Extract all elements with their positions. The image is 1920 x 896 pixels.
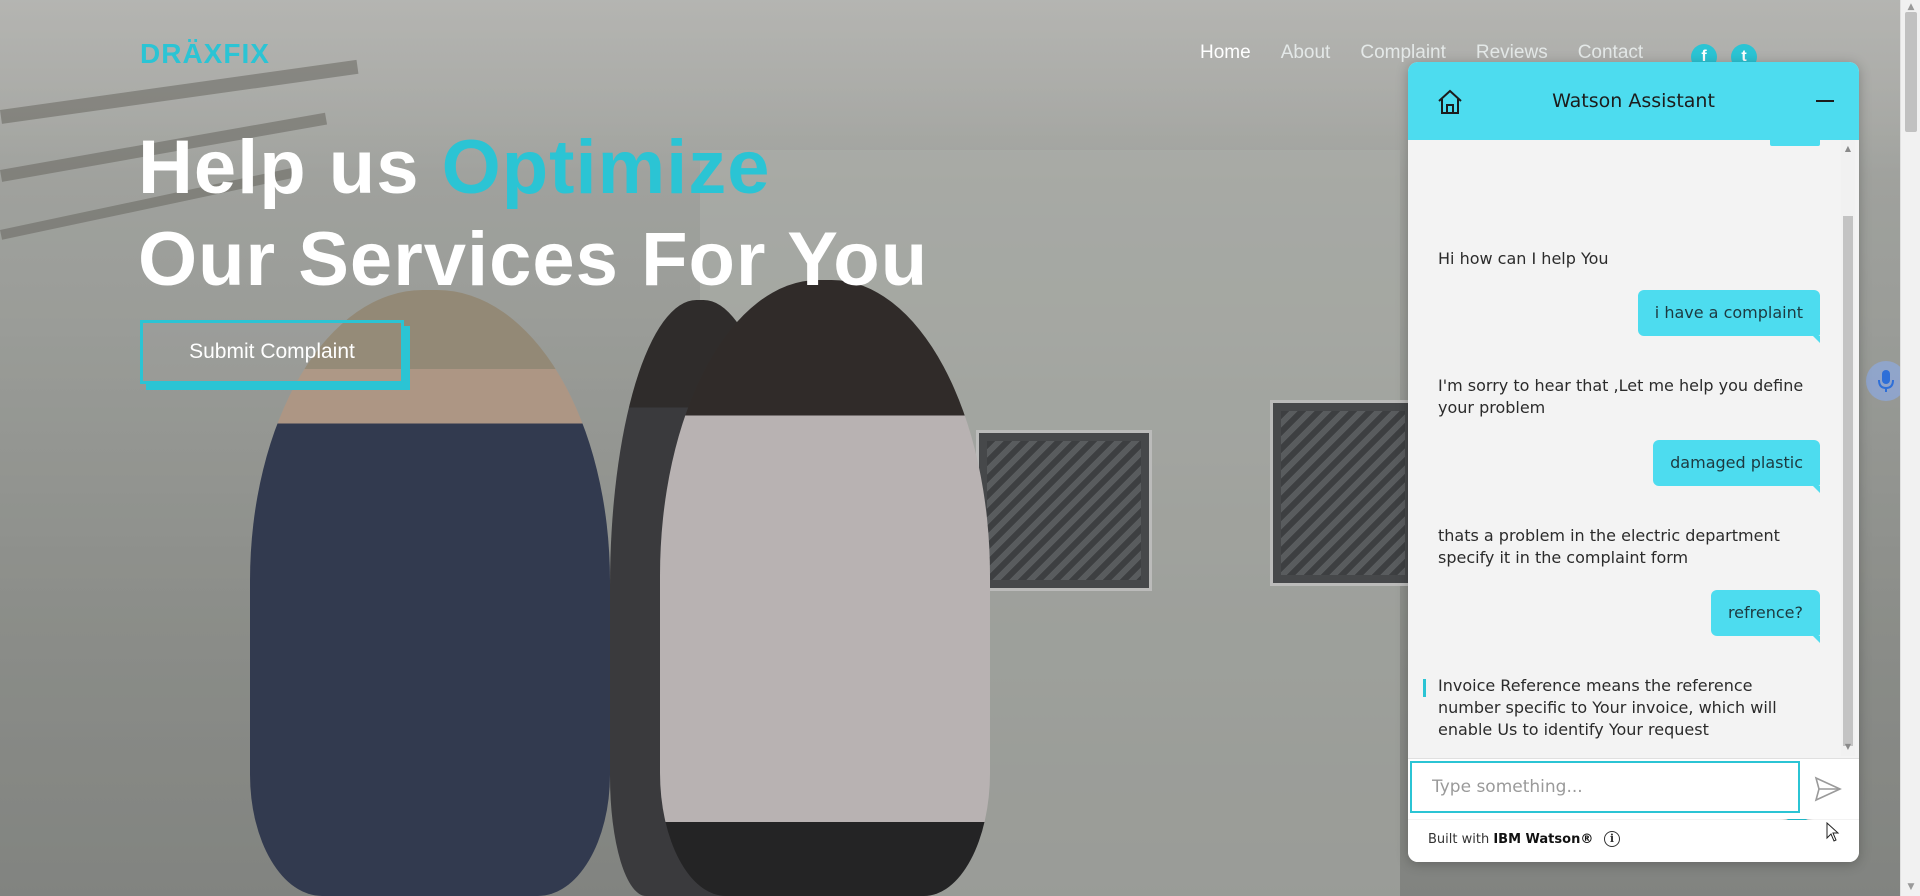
user-message: damaged plastic [1653,440,1820,493]
nav-item-home[interactable]: Home [1200,42,1251,64]
bot-message: I'm sorry to hear that ,Let me help you … [1438,376,1804,417]
info-icon[interactable]: i [1604,831,1620,847]
chat-title: Watson Assistant [1552,90,1715,112]
send-icon[interactable] [1812,773,1844,805]
chat-scroll-thumb[interactable] [1843,216,1853,746]
mouse-cursor-icon [1826,822,1840,842]
chat-widget: Watson Assistant Hi how can I help You i… [1408,62,1859,862]
chat-header: Watson Assistant [1408,62,1859,140]
hero-title-prefix: Help us [138,125,442,210]
nav-item-about[interactable]: About [1281,42,1331,64]
user-message: refrence? [1710,590,1821,643]
hero-title-line2: Our Services For You [138,217,929,302]
bot-message: Invoice Reference means the reference nu… [1423,675,1818,741]
chat-input-row [1408,758,1859,819]
hero-title: Help us Optimize Our Services For You [138,122,928,306]
page-scroll-thumb[interactable] [1905,12,1917,132]
page-scroll-down-icon[interactable]: ▼ [1901,882,1920,894]
footer-prefix: Built with [1428,832,1494,847]
nav-item-reviews[interactable]: Reviews [1476,42,1548,64]
chat-messages: Hi how can I help You i have a complaint… [1408,140,1859,822]
nav-item-contact[interactable]: Contact [1578,42,1643,64]
page-scrollbar[interactable]: ▲ ▼ [1900,0,1920,896]
bot-message: Hi how can I help You [1438,249,1609,268]
scroll-down-icon[interactable]: ▼ [1841,742,1855,751]
built-with-label: Built with IBM Watson® [1428,832,1593,847]
nav-item-complaint[interactable]: Complaint [1360,42,1446,64]
brand-logo[interactable]: DRÄXFIX [140,38,270,70]
main-nav: Home About Complaint Reviews Contact [1200,42,1643,64]
minimize-icon[interactable] [1816,100,1834,102]
hero-title-accent: Optimize [441,125,771,210]
chat-footer: Built with IBM Watson® i [1408,820,1859,862]
chat-message-input[interactable] [1410,761,1800,813]
chat-scrollbar[interactable]: ▲ ▼ [1841,140,1855,756]
previous-message-fragment [1770,140,1820,146]
bot-message: thats a problem in the electric departme… [1438,526,1780,567]
submit-complaint-button[interactable]: Submit Complaint [140,320,404,384]
microphone-glyph [1878,370,1894,392]
user-message: i have a complaint [1637,290,1821,343]
scroll-up-icon[interactable]: ▲ [1841,144,1855,153]
footer-brand: IBM Watson® [1493,832,1594,847]
